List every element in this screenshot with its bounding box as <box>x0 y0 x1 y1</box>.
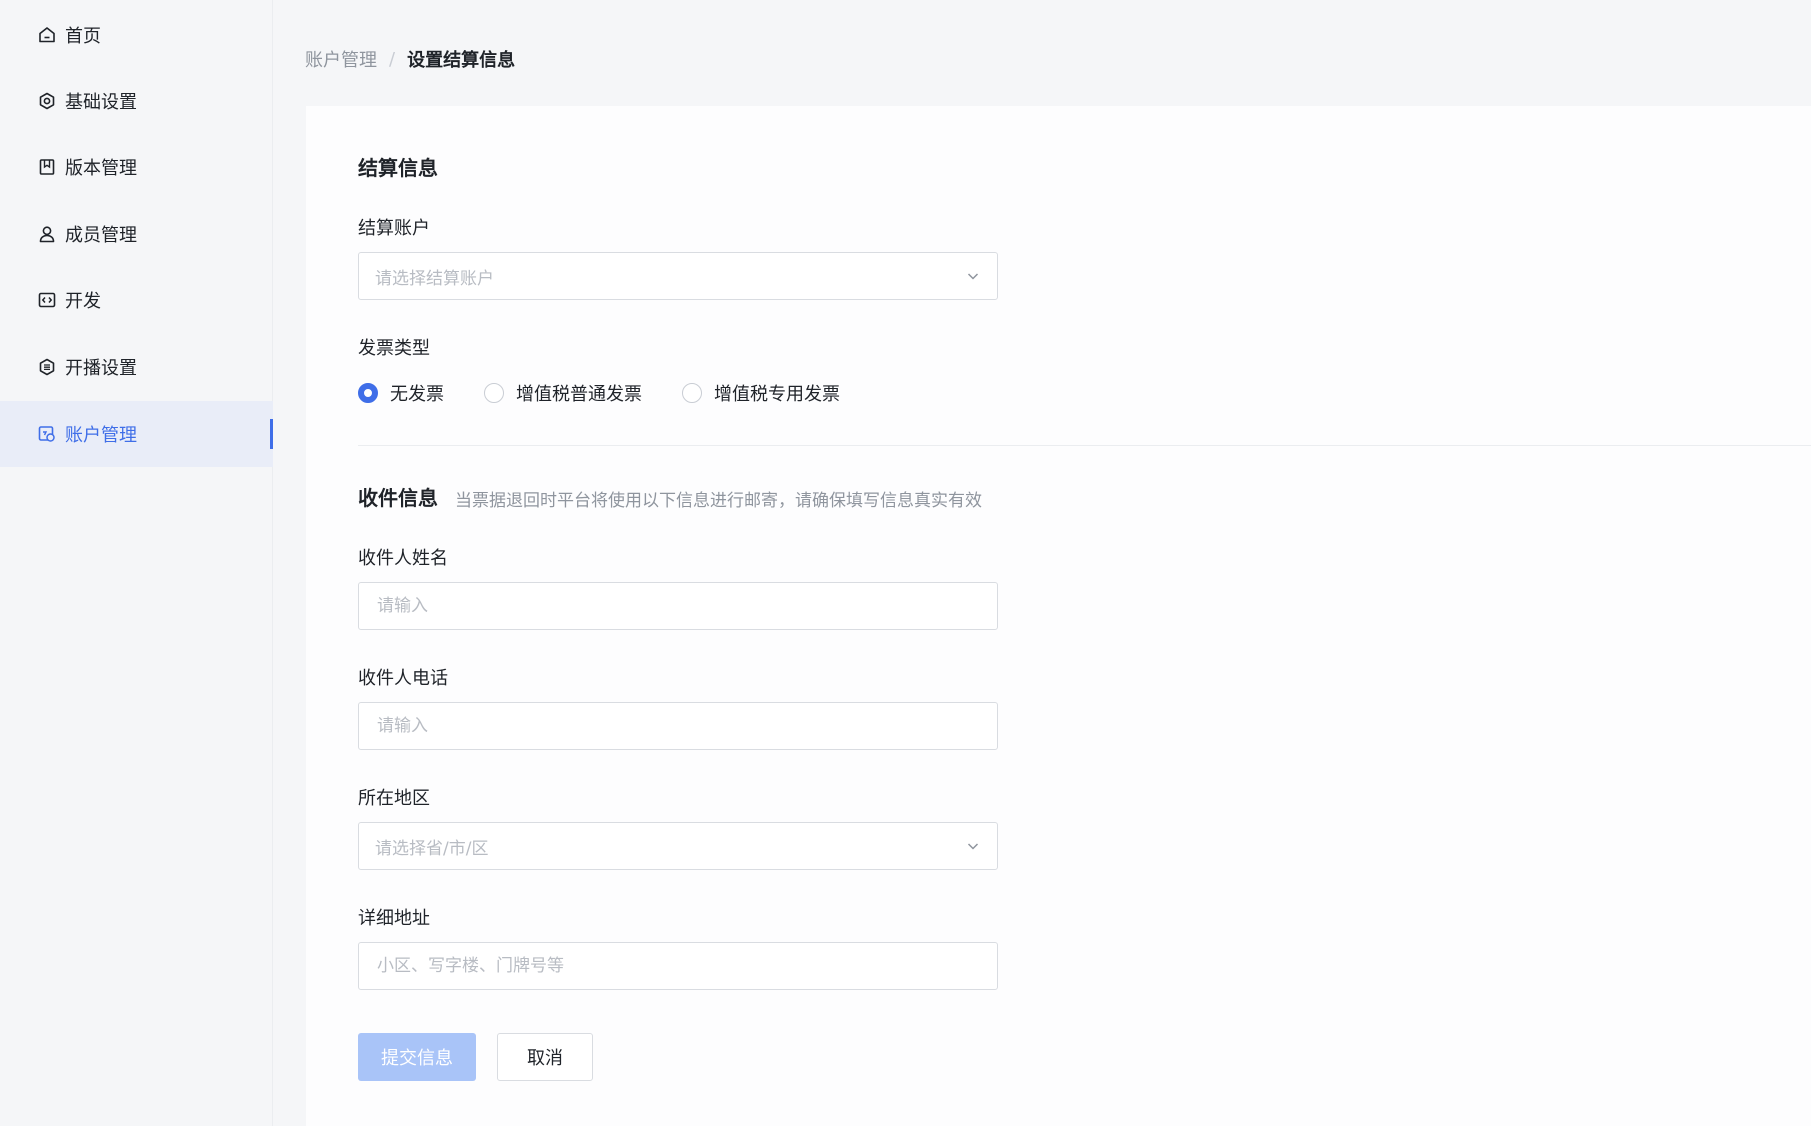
invoice-type-radio-group: 无发票 增值税普通发票 增值税专用发票 <box>358 380 880 406</box>
breadcrumb-current: 设置结算信息 <box>407 50 516 71</box>
breadcrumb: 账户管理 / 设置结算信息 <box>305 46 515 72</box>
region-placeholder: 请选择省/市/区 <box>375 838 489 859</box>
code-icon <box>36 289 58 311</box>
radio-vat-normal-invoice[interactable]: 增值税普通发票 <box>484 380 642 406</box>
sidebar-item-label: 首页 <box>65 26 101 47</box>
sidebar-item-label: 账户管理 <box>65 425 137 446</box>
sidebar-item-label: 成员管理 <box>65 225 137 246</box>
address-input[interactable] <box>375 955 981 977</box>
radio-unchecked-icon <box>484 383 504 403</box>
bookmark-icon <box>36 156 58 178</box>
sidebar-item-basic-settings[interactable]: 基础设置 <box>0 68 273 134</box>
recipient-name-field[interactable] <box>358 582 998 630</box>
region-select[interactable]: 请选择省/市/区 <box>358 822 998 870</box>
recipient-section-subtitle: 当票据退回时平台将使用以下信息进行邮寄，请确保填写信息真实有效 <box>455 491 982 511</box>
breadcrumb-link-account[interactable]: 账户管理 <box>305 46 377 72</box>
sidebar-item-label: 基础设置 <box>65 92 137 113</box>
user-icon <box>36 223 58 245</box>
settlement-form-card: 结算信息 结算账户 请选择结算账户 发票类型 无发票 增值税普通发票 增值税专用… <box>306 106 1811 1126</box>
broadcast-settings-icon <box>36 356 58 378</box>
radio-vat-special-invoice[interactable]: 增值税专用发票 <box>682 380 840 406</box>
sidebar-item-label: 开播设置 <box>65 358 137 379</box>
settlement-account-placeholder: 请选择结算账户 <box>375 268 494 289</box>
recipient-name-input[interactable] <box>375 595 981 617</box>
recipient-phone-label: 收件人电话 <box>358 668 448 689</box>
submit-button[interactable]: 提交信息 <box>358 1033 476 1081</box>
settings-icon <box>36 90 58 112</box>
sidebar-item-label: 开发 <box>65 291 101 312</box>
home-icon <box>36 24 58 46</box>
region-label: 所在地区 <box>358 788 430 809</box>
sidebar: 首页 基础设置 版本管理 成员管理 开发 开播设置 账户管理 <box>0 0 273 1126</box>
invoice-type-label: 发票类型 <box>358 338 430 359</box>
sidebar-item-develop[interactable]: 开发 <box>0 267 273 333</box>
settlement-account-select[interactable]: 请选择结算账户 <box>358 252 998 300</box>
settlement-section-title: 结算信息 <box>358 156 438 180</box>
recipient-phone-field[interactable] <box>358 702 998 750</box>
recipient-section-title: 收件信息 <box>358 486 438 510</box>
sidebar-item-version[interactable]: 版本管理 <box>0 134 273 200</box>
radio-unchecked-icon <box>682 383 702 403</box>
section-divider <box>358 445 1811 446</box>
recipient-name-label: 收件人姓名 <box>358 548 448 569</box>
account-icon <box>36 423 58 445</box>
radio-label: 无发票 <box>390 384 444 405</box>
sidebar-item-broadcast-settings[interactable]: 开播设置 <box>0 334 273 400</box>
radio-label: 增值税专用发票 <box>714 384 840 405</box>
radio-label: 增值税普通发票 <box>516 384 642 405</box>
settlement-account-label: 结算账户 <box>358 218 430 239</box>
breadcrumb-separator: / <box>389 48 396 70</box>
cancel-button[interactable]: 取消 <box>497 1033 593 1081</box>
radio-no-invoice[interactable]: 无发票 <box>358 380 444 406</box>
chevron-down-icon <box>965 838 981 854</box>
chevron-down-icon <box>965 268 981 284</box>
radio-checked-icon <box>358 383 378 403</box>
sidebar-item-account[interactable]: 账户管理 <box>0 401 273 467</box>
recipient-phone-input[interactable] <box>375 715 981 737</box>
sidebar-item-home[interactable]: 首页 <box>0 2 273 68</box>
sidebar-item-label: 版本管理 <box>65 158 137 179</box>
address-field[interactable] <box>358 942 998 990</box>
address-label: 详细地址 <box>358 908 430 929</box>
sidebar-item-members[interactable]: 成员管理 <box>0 201 273 267</box>
